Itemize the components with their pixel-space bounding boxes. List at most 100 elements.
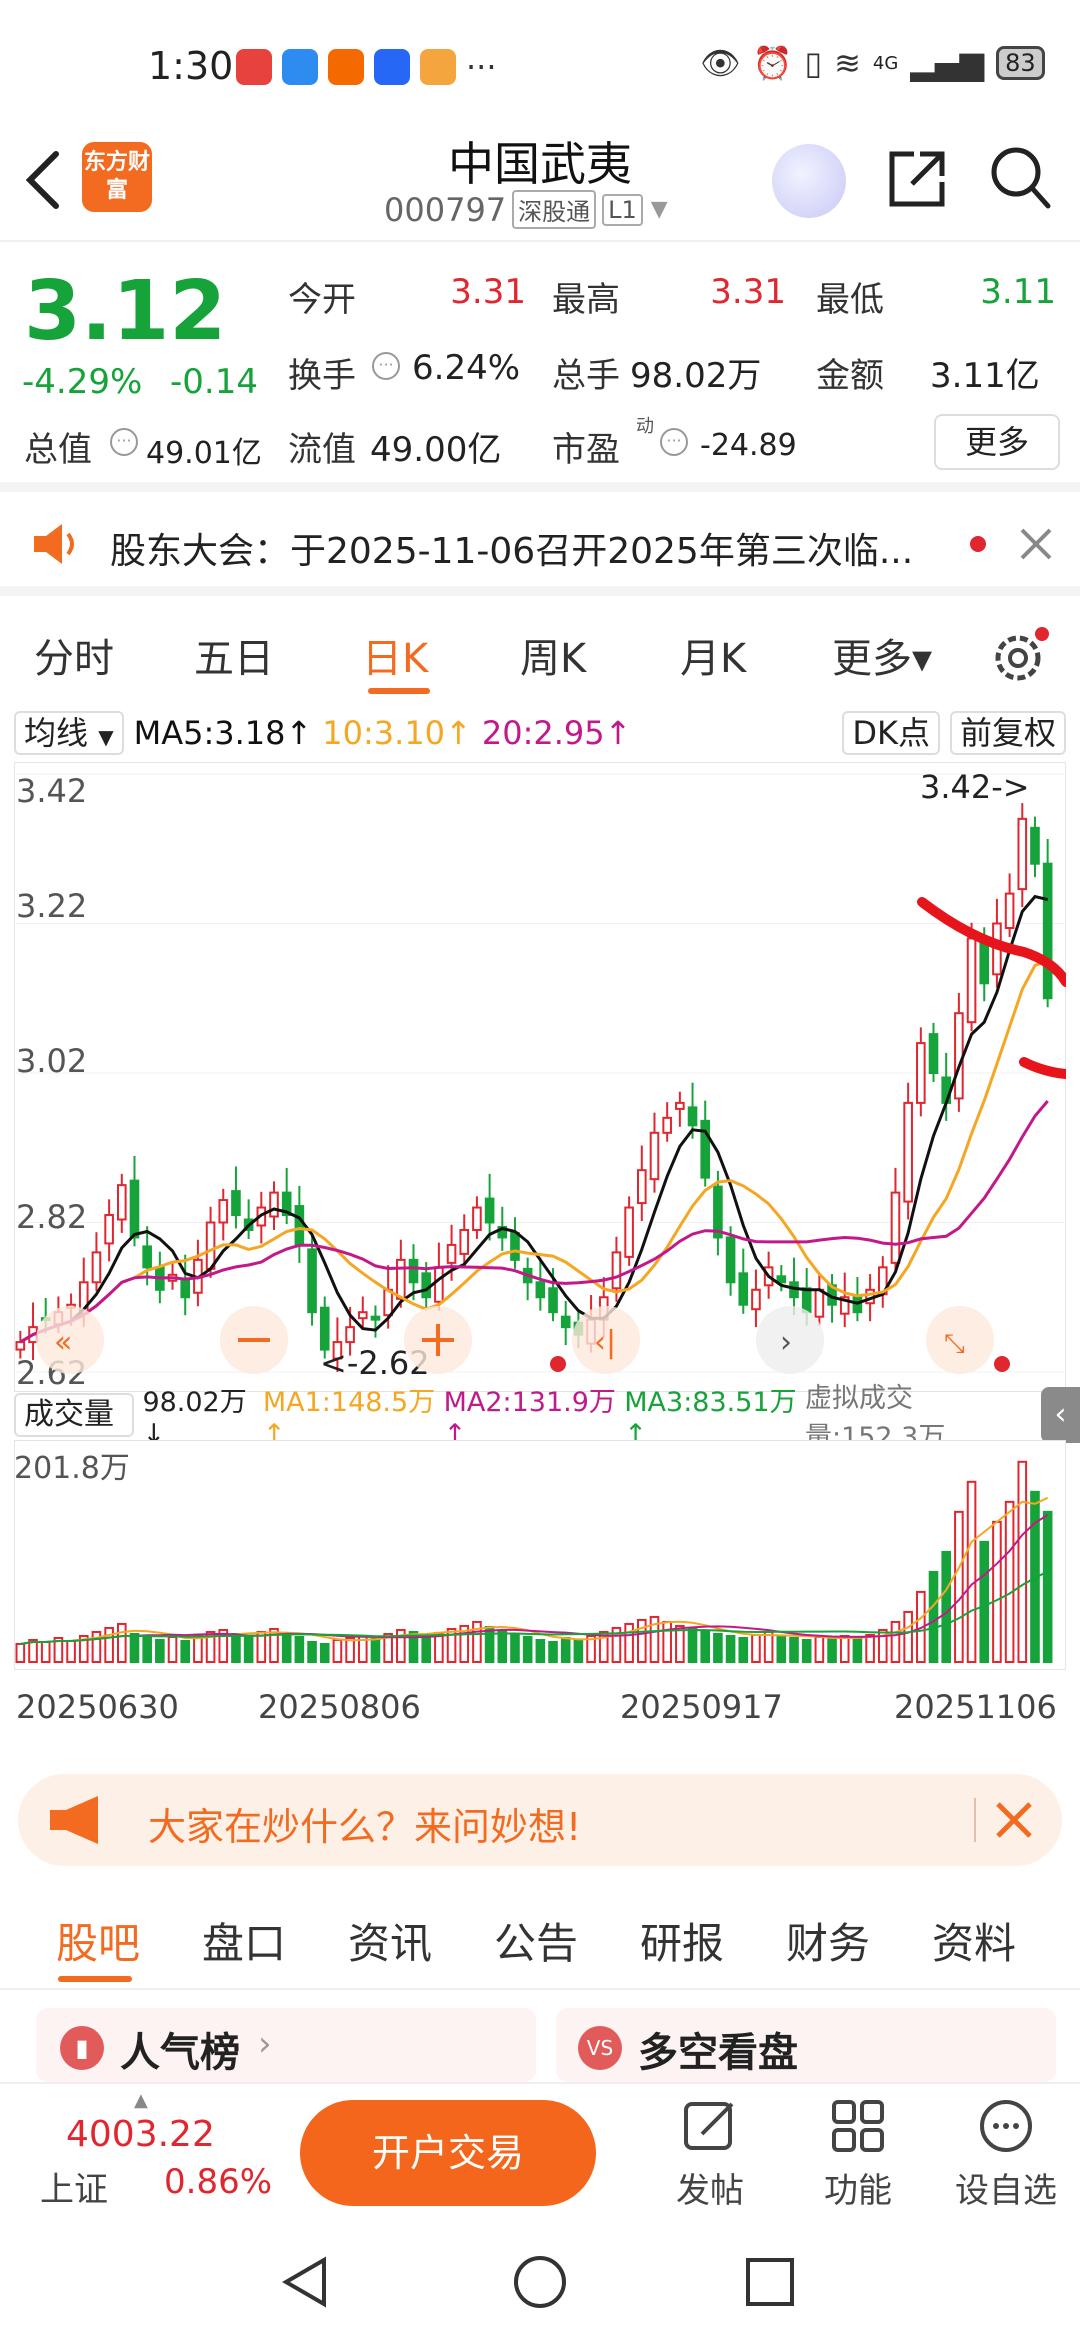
candle-body — [117, 1184, 127, 1221]
pe-info-icon[interactable]: ··· — [660, 428, 688, 456]
tab-monthly-k[interactable]: 月K — [680, 626, 746, 684]
volume-bar — [370, 1637, 381, 1663]
turnover-info-icon[interactable]: ··· — [372, 352, 400, 380]
candle-body — [180, 1278, 191, 1299]
tab-guba[interactable]: 股吧 — [56, 1910, 140, 1971]
ad-text: 大家在炒什么？来问妙想! — [148, 1805, 582, 1849]
event-dot[interactable] — [994, 1356, 1010, 1372]
grid-icon — [832, 2100, 884, 2152]
x-tick: 20250806 — [258, 1688, 421, 1726]
function-button[interactable]: 功能 — [798, 2098, 918, 2212]
share-icon[interactable] — [884, 146, 950, 212]
volume-bar — [852, 1636, 863, 1663]
volume-bar — [421, 1633, 432, 1663]
volume-bar — [662, 1620, 672, 1663]
popularity-card[interactable]: ▮ 人气榜 › — [36, 2008, 536, 2082]
volume-bar — [1017, 1460, 1028, 1663]
nav-home-icon[interactable] — [512, 2254, 568, 2310]
turnover-label: 换手 — [288, 356, 356, 396]
notice-banner[interactable]: 股东大会：于2025-11-06召开2025年第三次临... — [0, 492, 1080, 596]
candle-body — [91, 1251, 102, 1284]
close-icon[interactable] — [1018, 526, 1054, 562]
adjust-button[interactable]: 前复权 — [949, 711, 1066, 755]
y-tick: 3.22 — [16, 887, 87, 925]
volume-label: 总手 — [552, 356, 620, 396]
volume-bar — [814, 1635, 825, 1663]
volume-bar — [560, 1636, 571, 1663]
candle-body — [408, 1258, 419, 1284]
candle-body — [459, 1228, 470, 1255]
bull-bear-card[interactable]: VS 多空看盘 — [556, 2008, 1056, 2082]
index-widget[interactable]: ▲ 4003.22 上证 0.86% — [24, 2090, 272, 2210]
chevron-right-icon: › — [258, 2024, 272, 2064]
more-quote-button[interactable]: 更多 — [934, 414, 1060, 470]
event-dot[interactable] — [550, 1356, 566, 1372]
dk-point-button[interactable]: DK点 — [842, 711, 940, 755]
expand-icon: ⤡ — [944, 1329, 965, 1359]
volume-bar — [789, 1636, 799, 1663]
tab-research[interactable]: 研报 — [640, 1910, 724, 1971]
candle-body — [510, 1231, 520, 1261]
volume-bar — [15, 1642, 26, 1664]
post-button[interactable]: 发帖 — [650, 2098, 770, 2212]
y-tick: 3.02 — [16, 1042, 87, 1080]
watchlist-label: 设自选 — [955, 2171, 1057, 2211]
stock-code-line[interactable]: 000797 深股通 L1 ▼ — [384, 190, 668, 229]
volume-bar — [573, 1638, 584, 1663]
tab-announcements[interactable]: 公告 — [494, 1910, 578, 1971]
volume-bar — [319, 1642, 330, 1664]
collapse-panel-icon[interactable]: ‹ — [1041, 1387, 1080, 1443]
candle-body — [687, 1106, 698, 1127]
low-value: 3.11 — [980, 272, 1056, 312]
tab-daily-k[interactable]: 日K — [362, 626, 428, 684]
mktcap-info-icon[interactable]: ··· — [110, 428, 138, 456]
index-change: 0.86% — [164, 2162, 273, 2202]
content-tabs: 股吧 盘口 资讯 公告 研报 财务 资料 — [0, 1890, 1080, 1990]
open-value: 3.31 — [450, 272, 526, 312]
volume-chart[interactable]: 201.8万 — [14, 1440, 1066, 1670]
nav-back-icon[interactable] — [280, 2254, 330, 2310]
candle-body — [205, 1221, 216, 1270]
tab-news[interactable]: 资讯 — [348, 1910, 432, 1971]
index-value: 4003.22 — [66, 2114, 215, 2155]
volume-legend-row: 成交量 ▼ 98.02万↓ MA1:148.5万↑ MA2:131.9万↑ MA… — [14, 1383, 1080, 1469]
volume-bar — [345, 1636, 355, 1663]
close-icon[interactable] — [994, 1800, 1034, 1840]
tab-five-day[interactable]: 五日 — [194, 626, 274, 684]
tab-profile[interactable]: 资料 — [932, 1910, 1016, 1971]
ma5-value: MA5:3.18↑ — [133, 714, 313, 752]
period-tabs: 分时 五日 日K 周K 月K 更多▾ — [0, 604, 1080, 700]
taobao-app-icon — [328, 49, 364, 85]
add-watchlist-button[interactable]: 设自选 — [946, 2098, 1066, 2212]
ai-assistant-icon[interactable] — [772, 144, 846, 218]
signal-icon: ▂▄▆ — [910, 44, 985, 82]
candle-body — [954, 1012, 964, 1100]
volume-bar — [738, 1636, 749, 1663]
tab-intraday[interactable]: 分时 — [34, 626, 114, 684]
volume-selector[interactable]: 成交量 ▼ — [14, 1393, 135, 1469]
nav-recents-icon[interactable] — [744, 2256, 796, 2308]
ma10-value: 10:3.10↑ — [322, 714, 472, 752]
candle-body — [751, 1288, 761, 1311]
change-percent: -4.29% — [22, 362, 143, 402]
kline-chart[interactable]: 3.42 3.22 3.02 2.82 2.62 3.42-> <-2.62 «… — [14, 762, 1066, 1392]
volume-bar — [167, 1635, 178, 1663]
quote-panel: 3.12 -4.29% -0.14 今开 3.31 最高 3.31 最低 3.1… — [0, 244, 1080, 492]
volume-value: 98.02万 — [630, 356, 762, 396]
open-account-trade-button[interactable]: 开户交易 — [300, 2100, 596, 2206]
settings-icon[interactable] — [990, 626, 1050, 686]
volume-bar — [142, 1636, 152, 1663]
ma-selector[interactable]: 均线 ▼ — [14, 711, 124, 755]
post-label: 发帖 — [676, 2171, 744, 2211]
amount-label: 金额 — [816, 356, 884, 396]
candle-body — [345, 1326, 355, 1344]
huawei-app-icon — [236, 49, 272, 85]
tab-finance[interactable]: 财务 — [786, 1910, 870, 1971]
ai-ad-banner[interactable]: 大家在炒什么？来问妙想! — [18, 1774, 1062, 1866]
tab-weekly-k[interactable]: 周K — [520, 626, 586, 684]
vs-icon: VS — [578, 2026, 622, 2070]
tab-more[interactable]: 更多▾ — [832, 626, 932, 684]
search-icon[interactable] — [988, 142, 1054, 212]
tab-pankou[interactable]: 盘口 — [202, 1910, 286, 1971]
change-amount: -0.14 — [170, 362, 258, 402]
